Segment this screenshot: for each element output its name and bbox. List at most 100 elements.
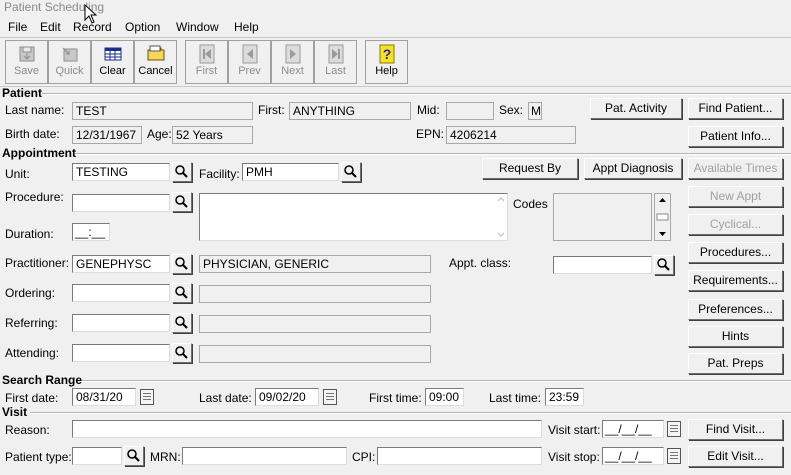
calendar-icon[interactable] — [667, 421, 681, 437]
age-field[interactable]: 52 Years — [172, 126, 253, 144]
first-name-label: First: — [258, 103, 285, 117]
referring-field[interactable] — [72, 314, 170, 332]
codes-list[interactable] — [553, 193, 652, 241]
patient-section-heading: Patient — [2, 86, 43, 100]
attending-name-field[interactable] — [199, 345, 431, 363]
cancel-button[interactable]: Cancel — [134, 40, 177, 84]
visit-start-field[interactable]: __/__/__ — [602, 420, 664, 438]
ordering-search-button[interactable] — [172, 283, 192, 303]
patient-type-search-button[interactable] — [124, 446, 144, 466]
new-appt-button[interactable]: New Appt — [688, 186, 783, 207]
save-button[interactable]: Save — [5, 40, 48, 84]
referring-name-field[interactable] — [199, 315, 431, 333]
last-name-label: Last name: — [5, 103, 65, 117]
cyclical-button[interactable]: Cyclical... — [688, 214, 783, 235]
middle-name-field[interactable] — [446, 102, 494, 120]
birth-date-field[interactable]: 12/31/1967 — [72, 126, 142, 144]
referring-search-button[interactable] — [172, 313, 192, 333]
patient-type-field[interactable] — [72, 447, 122, 465]
magnifier-icon — [175, 346, 188, 359]
procedure-field[interactable] — [72, 194, 170, 212]
scroll-arrows-icon — [656, 198, 669, 236]
magnifier-icon — [175, 316, 188, 329]
ordering-field[interactable] — [72, 284, 170, 302]
menu-edit[interactable]: Edit — [40, 20, 61, 34]
procedures-button[interactable]: Procedures... — [688, 242, 783, 263]
preferences-button[interactable]: Preferences... — [688, 299, 783, 320]
next-button[interactable]: Next — [271, 40, 314, 84]
practitioner-search-button[interactable] — [172, 254, 192, 274]
menu-file[interactable]: File — [8, 20, 27, 34]
last-button[interactable]: Last — [314, 40, 357, 84]
visit-start-label: Visit start: — [548, 423, 601, 437]
procedure-label: Procedure: — [5, 190, 64, 204]
magnifier-icon — [175, 286, 188, 299]
first-button[interactable]: First — [185, 40, 228, 84]
middle-name-label: Mid: — [417, 103, 440, 117]
patient-info-button[interactable]: Patient Info... — [688, 126, 783, 147]
codes-label: Codes — [513, 197, 548, 211]
first-time-field[interactable]: 09:00 — [425, 388, 464, 406]
calendar-icon[interactable] — [323, 389, 337, 405]
available-times-button[interactable]: Available Times — [688, 158, 783, 179]
first-date-field[interactable]: 08/31/20 — [72, 388, 136, 406]
prev-button[interactable]: Prev — [228, 40, 271, 84]
cpi-field[interactable] — [377, 447, 542, 465]
codes-scrollbar[interactable] — [654, 193, 671, 241]
patient-type-label: Patient type: — [5, 450, 72, 464]
appt-class-search-button[interactable] — [654, 255, 674, 275]
find-visit-button[interactable]: Find Visit... — [688, 419, 783, 440]
first-record-icon — [199, 44, 214, 64]
attending-field[interactable] — [72, 344, 170, 362]
mrn-field[interactable] — [182, 447, 347, 465]
first-label: First — [195, 65, 218, 77]
first-name-field[interactable]: ANYTHING — [289, 102, 411, 120]
unit-field[interactable]: TESTING — [72, 163, 170, 181]
edit-visit-button[interactable]: Edit Visit... — [688, 446, 783, 467]
visit-stop-field[interactable]: __/__/__ — [602, 447, 664, 465]
find-patient-button[interactable]: Find Patient... — [688, 98, 783, 119]
duration-field[interactable]: __:__ — [72, 223, 110, 241]
requirements-button[interactable]: Requirements... — [688, 270, 783, 291]
procedure-description-area[interactable] — [199, 193, 508, 241]
calendar-icon[interactable] — [667, 448, 681, 464]
appt-diagnosis-button[interactable]: Appt Diagnosis — [584, 158, 682, 179]
ordering-name-field[interactable] — [199, 285, 431, 303]
practitioner-field[interactable]: GENEPHYSC — [72, 255, 170, 273]
patient-preps-button[interactable]: Pat. Preps — [688, 353, 783, 374]
next-record-icon — [285, 44, 300, 64]
menu-bar: File Edit Record Option Window Help — [0, 17, 791, 37]
last-name-field[interactable]: TEST — [72, 102, 253, 120]
last-label: Last — [325, 65, 346, 77]
clear-button[interactable]: Clear — [91, 40, 134, 84]
epn-label: EPN: — [416, 127, 445, 141]
appt-class-field[interactable] — [553, 256, 652, 274]
quick-button[interactable]: Quick — [48, 40, 91, 84]
calendar-icon[interactable] — [140, 389, 154, 405]
last-time-field[interactable]: 23:59 — [545, 388, 584, 406]
magnifier-icon — [127, 449, 140, 462]
sex-field[interactable]: M — [528, 102, 542, 120]
patient-activity-button[interactable]: Pat. Activity — [590, 98, 682, 119]
attending-search-button[interactable] — [172, 343, 192, 363]
request-by-button[interactable]: Request By — [482, 158, 578, 179]
folder-icon — [147, 45, 164, 61]
last-date-field[interactable]: 09/02/20 — [255, 388, 319, 406]
menu-window[interactable]: Window — [176, 20, 219, 34]
facility-search-button[interactable] — [341, 162, 361, 182]
menu-help[interactable]: Help — [234, 20, 259, 34]
facility-field[interactable]: PMH — [242, 163, 339, 181]
menu-option[interactable]: Option — [125, 20, 160, 34]
toolbar: Save Quick Clear Cancel First Prev Next … — [0, 37, 791, 87]
reason-field[interactable] — [72, 420, 542, 438]
ordering-label: Ordering: — [5, 286, 56, 300]
help-button[interactable]: ? Help — [365, 40, 408, 84]
unit-search-button[interactable] — [172, 162, 192, 182]
hints-button[interactable]: Hints — [688, 326, 783, 347]
save-icon — [19, 46, 34, 62]
epn-field[interactable]: 4206214 — [446, 126, 576, 144]
menu-record[interactable]: Record — [73, 20, 112, 34]
practitioner-name-field[interactable]: PHYSICIAN, GENERIC — [199, 255, 431, 273]
procedure-search-button[interactable] — [172, 192, 192, 212]
quick-save-icon — [62, 47, 77, 62]
